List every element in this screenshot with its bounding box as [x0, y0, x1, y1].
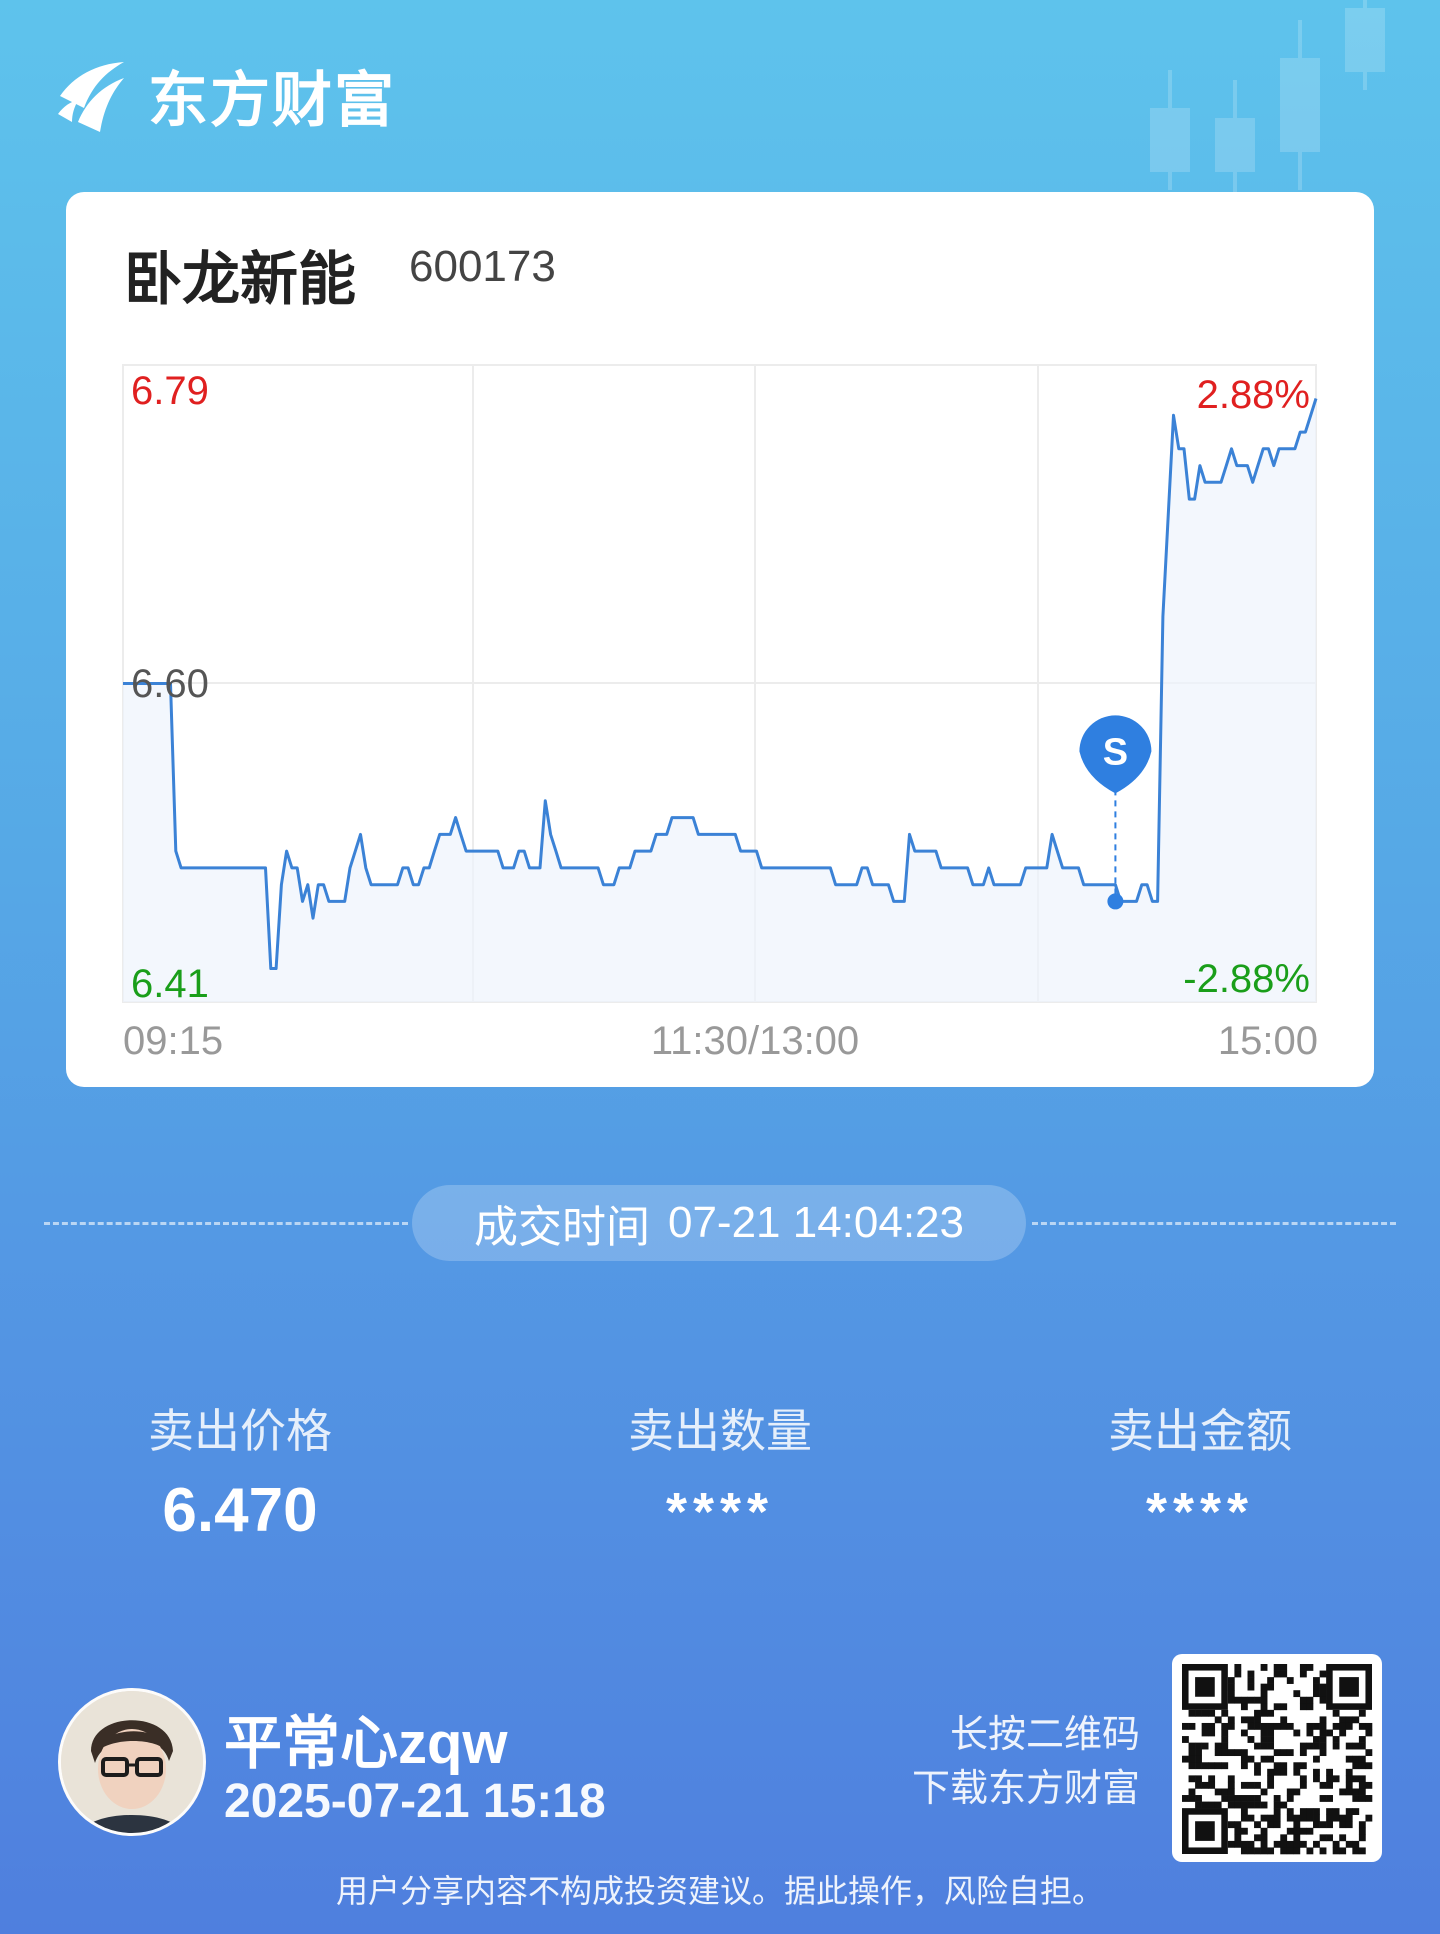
stat-value: ****: [665, 1482, 775, 1542]
stat-sell-quantity: 卖出数量 ****: [570, 1395, 870, 1543]
y-min-label: 6.41: [131, 962, 209, 1006]
sell-marker[interactable]: S: [1079, 715, 1152, 910]
trade-time-value: 07-21 14:04:23: [667, 1198, 965, 1247]
stat-value: ****: [1145, 1482, 1255, 1542]
stat-label: 卖出价格: [148, 1405, 332, 1457]
background-candles-decoration: [1150, 0, 1385, 200]
brand-header: 东方财富: [56, 52, 396, 139]
post-time: 2025-07-21 15:18: [224, 1775, 606, 1828]
trade-time-row: 成交时间 07-21 14:04:23: [0, 1185, 1440, 1261]
divider-left: [44, 1222, 408, 1225]
qr-code[interactable]: [1172, 1654, 1382, 1862]
disclaimer: 用户分享内容不构成投资建议。据此操作，风险自担。: [335, 1873, 1104, 1909]
avatar[interactable]: [58, 1688, 206, 1836]
trade-time-pill: 成交时间 07-21 14:04:23: [412, 1185, 1026, 1261]
pct-min-label: -2.88%: [1183, 957, 1310, 1001]
pct-max-label: 2.88%: [1197, 373, 1310, 417]
stat-sell-amount: 卖出金额 ****: [1050, 1395, 1350, 1543]
qr-hint-line2: 下载东方财富: [911, 1768, 1140, 1810]
x-start-label: 09:15: [123, 1019, 223, 1063]
eastmoney-logo-icon: [58, 61, 124, 132]
x-end-label: 15:00: [1218, 1019, 1318, 1063]
stat-label: 卖出金额: [1108, 1405, 1292, 1457]
brand-name: 东方财富: [148, 67, 396, 134]
qr-code-icon: [1182, 1664, 1373, 1855]
y-mid-label: 6.60: [131, 662, 209, 706]
trade-time-label: 成交时间: [473, 1203, 650, 1252]
sell-marker-label: S: [1103, 731, 1128, 773]
avatar-portrait-icon: [61, 1691, 203, 1833]
y-max-label: 6.79: [131, 369, 209, 413]
qr-hint-line1: 长按二维码: [949, 1714, 1140, 1756]
stat-label: 卖出数量: [628, 1405, 812, 1457]
x-mid-label: 11:30/13:00: [651, 1019, 859, 1063]
divider-right: [1032, 1222, 1396, 1225]
price-area-fill: [123, 398, 1316, 1002]
stat-sell-price: 卖出价格 6.470: [90, 1395, 390, 1546]
qr-hint: 长按二维码 下载东方财富: [900, 1708, 1140, 1816]
intraday-chart: 6.79 6.60 6.41 2.88% -2.88% 09:15 11:30/…: [122, 364, 1318, 1063]
stat-value: 6.470: [162, 1476, 318, 1545]
sell-marker-dot: [1107, 893, 1124, 910]
chart-card: 卧龙新能 600173 6.79 6.60 6.41 2.88% -2.88% …: [66, 192, 1374, 1087]
username: 平常心zqw: [224, 1711, 508, 1776]
